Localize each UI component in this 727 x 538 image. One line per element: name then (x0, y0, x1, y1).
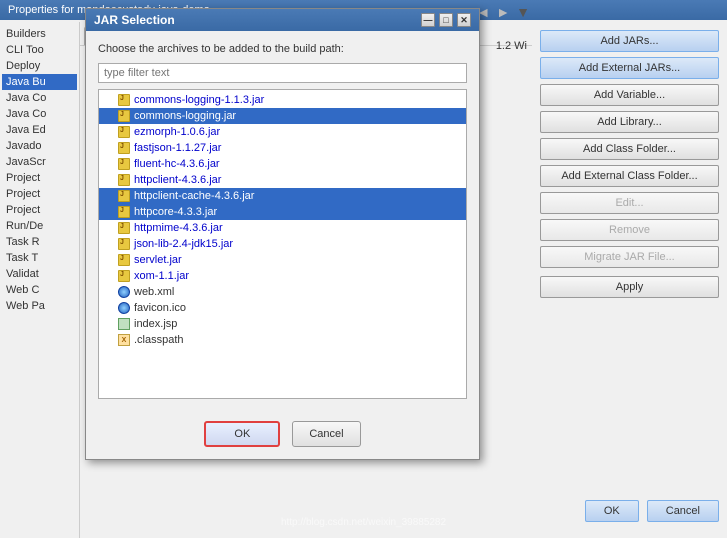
jar-icon (117, 237, 131, 251)
list-item[interactable]: servlet.jar (99, 252, 466, 268)
jar-icon (117, 141, 131, 155)
list-item[interactable]: httpclient-cache-4.3.6.jar (99, 188, 466, 204)
jar-icon (117, 109, 131, 123)
dialog-cancel-button[interactable]: Cancel (292, 421, 360, 447)
close-button[interactable]: ✕ (457, 13, 471, 27)
jar-icon (117, 253, 131, 267)
jar-icon (117, 189, 131, 203)
jar-icon (117, 173, 131, 187)
dialog-instruction: Choose the archives to be added to the b… (98, 43, 467, 55)
list-item[interactable]: fastjson-1.1.27.jar (99, 140, 466, 156)
list-item[interactable]: X .classpath (99, 332, 466, 348)
xml-icon: X (117, 333, 131, 347)
minimize-button[interactable]: — (421, 13, 435, 27)
dialog-content: Choose the archives to be added to the b… (86, 31, 479, 411)
list-item[interactable]: fluent-hc-4.3.6.jar (99, 156, 466, 172)
list-item[interactable]: httpclient-4.3.6.jar (99, 172, 466, 188)
jar-icon (117, 125, 131, 139)
list-item[interactable]: web.xml (99, 284, 466, 300)
dialog-overlay: JAR Selection — □ ✕ Choose the archives … (0, 0, 727, 538)
jsp-icon (117, 317, 131, 331)
jar-icon (117, 221, 131, 235)
dialog-titlebar: JAR Selection — □ ✕ (86, 9, 479, 31)
dialog-title-controls: — □ ✕ (421, 13, 471, 27)
watermark: http://blog.csdn.net/weixin_39885282 (281, 517, 446, 528)
jar-icon (117, 205, 131, 219)
web-globe-icon (117, 301, 131, 315)
list-item[interactable]: ezmorph-1.0.6.jar (99, 124, 466, 140)
list-item[interactable]: httpcore-4.3.3.jar (99, 204, 466, 220)
list-item[interactable]: favicon.ico (99, 300, 466, 316)
dialog-title-text: JAR Selection (94, 13, 175, 27)
list-item[interactable]: commons-logging-1.1.3.jar (99, 92, 466, 108)
filter-input[interactable] (98, 63, 467, 83)
jar-icon (117, 157, 131, 171)
dialog-buttons: OK Cancel (86, 411, 479, 459)
list-item[interactable]: httpmime-4.3.6.jar (99, 220, 466, 236)
list-item[interactable]: commons-logging.jar (99, 108, 466, 124)
list-item[interactable]: json-lib-2.4-jdk15.jar (99, 236, 466, 252)
maximize-button[interactable]: □ (439, 13, 453, 27)
list-item[interactable]: xom-1.1.jar (99, 268, 466, 284)
list-item[interactable]: index.jsp (99, 316, 466, 332)
jar-icon (117, 93, 131, 107)
jar-dialog: JAR Selection — □ ✕ Choose the archives … (85, 8, 480, 460)
web-icon (117, 285, 131, 299)
jar-icon (117, 269, 131, 283)
file-tree: commons-logging-1.1.3.jar commons-loggin… (98, 89, 467, 399)
dialog-ok-button[interactable]: OK (204, 421, 280, 447)
